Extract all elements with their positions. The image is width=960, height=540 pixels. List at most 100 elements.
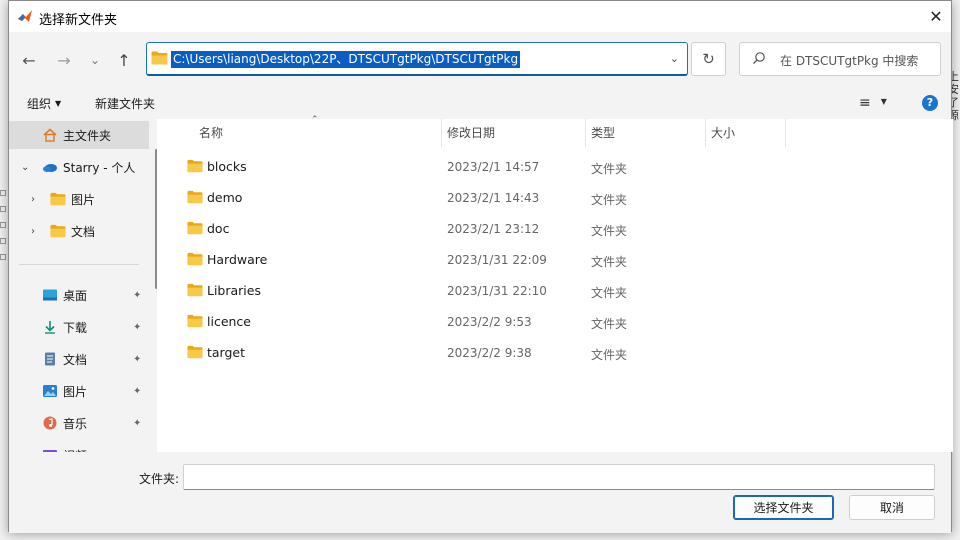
recent-locations-button[interactable]: ⌄ xyxy=(83,48,107,72)
column-divider[interactable] xyxy=(705,119,706,147)
sidebar-item-label: 音乐 xyxy=(63,416,88,431)
folder-icon xyxy=(187,221,204,235)
refresh-button[interactable]: ↻ xyxy=(691,42,726,76)
sidebar-item-label: 下载 xyxy=(63,320,88,335)
chevron-down-icon[interactable]: ⌄ xyxy=(21,162,29,173)
file-row[interactable]: Hardware 2023/1/31 22:09 文件夹 xyxy=(165,244,953,275)
column-header[interactable]: 类型 xyxy=(591,119,615,147)
close-icon: ✕ xyxy=(929,7,943,26)
file-row[interactable]: licence 2023/2/2 9:53 文件夹 xyxy=(165,306,953,337)
close-button[interactable]: ✕ xyxy=(921,1,951,32)
folder-icon xyxy=(187,159,204,173)
dialog-title: 选择新文件夹 xyxy=(39,13,118,28)
file-date: 2023/2/1 14:57 xyxy=(447,160,540,174)
folder-icon xyxy=(151,51,168,65)
column-header[interactable]: 修改日期 xyxy=(447,119,495,147)
caret-down-icon: ▼ xyxy=(880,97,887,106)
file-row[interactable]: target 2023/2/2 9:38 文件夹 xyxy=(165,337,953,368)
nav-divider xyxy=(19,264,139,265)
folder-name-input[interactable] xyxy=(183,464,935,490)
folder-icon xyxy=(187,283,204,297)
sidebar-item[interactable]: › 文档 xyxy=(9,217,149,245)
file-list: ⌃ 名称 修改日期 类型 大小 blocks 2023/2/1 14:57 文件夹 demo 2… xyxy=(165,115,953,452)
refresh-icon: ↻ xyxy=(702,50,715,68)
folder-field-label: 文件夹: xyxy=(139,472,180,486)
column-divider[interactable] xyxy=(441,119,442,147)
home-icon xyxy=(42,128,58,142)
select-folder-dialog: 选择新文件夹 ✕ ← → ⌄ ↑ C:\Users\liang\Desktop\… xyxy=(8,0,953,533)
desktop-icon xyxy=(42,288,58,302)
search-icon xyxy=(753,52,765,64)
column-divider[interactable] xyxy=(785,119,786,147)
organize-label: 组织 xyxy=(27,97,52,111)
file-date: 2023/2/1 23:12 xyxy=(447,222,540,236)
file-row[interactable]: doc 2023/2/1 23:12 文件夹 xyxy=(165,213,953,244)
file-row[interactable]: Libraries 2023/1/31 22:10 文件夹 xyxy=(165,275,953,306)
address-bar[interactable]: C:\Users\liang\Desktop\22P、DTSCUTgtPkg\D… xyxy=(146,42,688,76)
file-date: 2023/1/31 22:09 xyxy=(447,253,547,267)
pin-icon: ✦ xyxy=(133,289,142,301)
file-name: Libraries xyxy=(207,283,261,298)
sidebar-item[interactable]: 文档 ✦ xyxy=(9,345,149,373)
file-date: 2023/1/31 22:10 xyxy=(447,284,547,298)
folder-icon xyxy=(187,314,204,328)
file-name: Hardware xyxy=(207,252,268,267)
sidebar-item-label: 文档 xyxy=(71,224,96,239)
sidebar-item-label: 图片 xyxy=(71,192,96,207)
address-dropdown-icon[interactable]: ⌄ xyxy=(670,52,679,65)
column-header[interactable]: 大小 xyxy=(711,119,735,147)
music-icon xyxy=(42,416,58,430)
arrow-right-icon: → xyxy=(57,50,71,70)
column-header[interactable]: 名称 xyxy=(199,119,223,147)
file-name: demo xyxy=(207,190,243,205)
sidebar-item[interactable]: 桌面 ✦ xyxy=(9,281,149,309)
sidebar-item[interactable]: 下载 ✦ xyxy=(9,313,149,341)
new-folder-button[interactable]: 新建文件夹 xyxy=(95,95,155,112)
sidebar-item[interactable]: 主文件夹 xyxy=(9,121,149,149)
address-path[interactable]: C:\Users\liang\Desktop\22P、DTSCUTgtPkg\D… xyxy=(171,51,521,68)
folder-icon xyxy=(50,224,66,238)
file-type: 文件夹 xyxy=(591,348,628,362)
background-left-edge xyxy=(0,190,8,280)
document-icon xyxy=(42,352,58,366)
file-row[interactable]: demo 2023/2/1 14:43 文件夹 xyxy=(165,182,953,213)
search-box[interactable]: 在 DTSCUTgtPkg 中搜索 xyxy=(739,42,941,76)
pin-icon: ✦ xyxy=(133,385,142,397)
pin-icon: ✦ xyxy=(133,321,142,333)
search-placeholder: 在 DTSCUTgtPkg 中搜索 xyxy=(780,54,919,68)
column-divider[interactable] xyxy=(585,119,586,147)
forward-button[interactable]: → xyxy=(52,48,76,72)
sidebar-item[interactable]: ⌄ Starry - 个人 xyxy=(9,153,149,181)
file-name: target xyxy=(207,345,246,360)
chevron-right-icon[interactable]: › xyxy=(31,226,35,237)
sort-ascending-icon[interactable]: ⌃ xyxy=(311,115,319,125)
folder-icon xyxy=(187,252,204,266)
help-icon[interactable]: ? xyxy=(922,95,938,111)
file-type: 文件夹 xyxy=(591,286,628,300)
pin-icon: ✦ xyxy=(133,417,142,429)
up-button[interactable]: ↑ xyxy=(112,48,136,72)
sidebar-item[interactable]: › 图片 xyxy=(9,185,149,213)
download-icon xyxy=(42,320,58,334)
organize-menu-button[interactable]: 组织 ▼ xyxy=(27,95,61,112)
chevron-right-icon[interactable]: › xyxy=(31,194,35,205)
back-button[interactable]: ← xyxy=(17,48,41,72)
sidebar-item[interactable]: 音乐 ✦ xyxy=(9,409,149,437)
cancel-button[interactable]: 取消 xyxy=(849,495,935,520)
sidebar-item[interactable]: 图片 ✦ xyxy=(9,377,149,405)
select-folder-button[interactable]: 选择文件夹 xyxy=(733,495,834,520)
file-type: 文件夹 xyxy=(591,317,628,331)
title-bar: 选择新文件夹 ✕ xyxy=(9,1,951,32)
view-options-button[interactable]: ≡ ▼ xyxy=(859,95,887,111)
browser-area: 主文件夹⌄Starry - 个人›图片›文档桌面✦下载✦文档✦图片✦音乐✦视频 … xyxy=(9,115,953,452)
file-date: 2023/2/1 14:43 xyxy=(447,191,540,205)
sidebar-item[interactable]: 视频 xyxy=(9,441,149,452)
nav-scrollbar[interactable] xyxy=(155,149,157,289)
file-row[interactable]: blocks 2023/2/1 14:57 文件夹 xyxy=(165,151,953,182)
footer-panel: 文件夹: 选择文件夹 取消 xyxy=(9,452,951,533)
caret-down-icon: ▼ xyxy=(55,99,62,108)
file-name: licence xyxy=(207,314,251,329)
sidebar-item-label: 桌面 xyxy=(63,288,88,303)
folder-icon xyxy=(50,192,66,206)
chevron-down-icon: ⌄ xyxy=(89,53,101,67)
